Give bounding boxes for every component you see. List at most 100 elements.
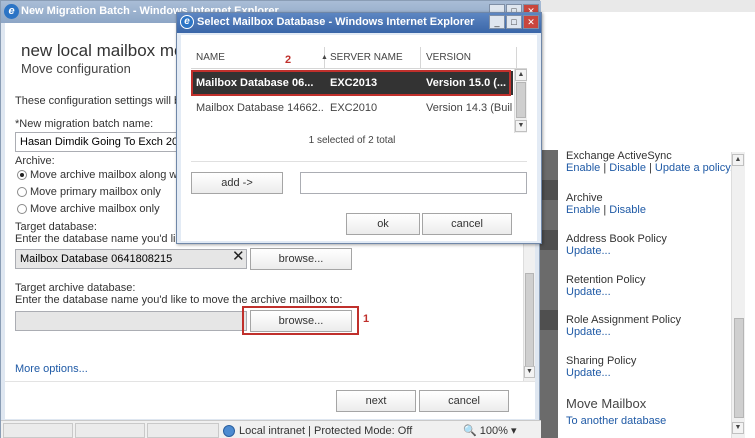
- archive-label: Archive:: [15, 155, 55, 167]
- version-cell: Version 14.3 (Buil...: [426, 102, 513, 114]
- radio-button[interactable]: [17, 204, 27, 214]
- scrollbar-thumb[interactable]: [516, 82, 526, 118]
- zoom-control[interactable]: 🔍 100% ▾: [463, 424, 517, 437]
- annotation-number-2: 2: [285, 54, 292, 66]
- dialog-footer: next cancel: [5, 381, 535, 419]
- security-zone[interactable]: Local intranet | Protected Mode: Off: [223, 423, 412, 438]
- globe-icon: [223, 424, 235, 437]
- cancel-button[interactable]: cancel: [419, 390, 509, 412]
- column-header-server[interactable]: SERVER NAME: [325, 47, 421, 69]
- section-retention-policy: Retention Policy Update...: [566, 274, 731, 298]
- archive-option-archive-only[interactable]: Move archive mailbox only: [17, 203, 160, 215]
- batch-name-input[interactable]: Hasan Dimdik Going To Exch 2013: [15, 132, 185, 152]
- page-title: new local mailbox move: [21, 41, 202, 60]
- table-scrollbar[interactable]: ▲ ▼: [514, 69, 527, 133]
- section-title: Role Assignment Policy: [566, 314, 681, 326]
- zoom-icon: 🔍: [463, 425, 477, 437]
- scrollbar-thumb[interactable]: [525, 273, 534, 369]
- update-retention-link[interactable]: Update...: [566, 286, 611, 298]
- section-title: Address Book Policy: [566, 233, 667, 245]
- section-move-mailbox: Move Mailbox To another database: [566, 396, 731, 427]
- radio-label: Move archive mailbox along with: [30, 169, 189, 181]
- update-policy-link[interactable]: Update a policy...: [655, 162, 739, 174]
- security-zone-text: Local intranet | Protected Mode: Off: [239, 424, 413, 437]
- section-title: Sharing Policy: [566, 355, 637, 367]
- target-database-label: Target database:: [15, 221, 97, 233]
- scrollbar-thumb[interactable]: [734, 318, 744, 418]
- section-title: Move Mailbox: [566, 396, 647, 411]
- table-row[interactable]: Mailbox Database 14662... EXC2010 Versio…: [191, 96, 513, 120]
- enable-archive-link[interactable]: Enable: [566, 204, 600, 216]
- scroll-up-icon[interactable]: ▲: [515, 69, 527, 81]
- dialog-titlebar: e Select Mailbox Database - Windows Inte…: [177, 13, 541, 33]
- section-title: Retention Policy: [566, 274, 646, 286]
- section-sharing-policy: Sharing Policy Update...: [566, 355, 731, 379]
- disable-archive-link[interactable]: Disable: [609, 204, 646, 216]
- ie-logo-icon: e: [180, 15, 194, 29]
- annotation-highlight-1: [242, 306, 359, 335]
- details-pane-header: [540, 0, 755, 12]
- ie-statusbar: Local intranet | Protected Mode: Off 🔍 1…: [1, 420, 541, 438]
- radio-button[interactable]: [17, 170, 27, 180]
- minimize-icon[interactable]: _: [489, 15, 505, 29]
- update-address-book-link[interactable]: Update...: [566, 245, 611, 257]
- chevron-down-icon[interactable]: ▾: [511, 425, 517, 437]
- clear-icon[interactable]: ✕: [232, 249, 246, 265]
- scroll-down-icon[interactable]: ▼: [515, 120, 527, 132]
- dialog-cancel-button[interactable]: cancel: [422, 213, 512, 235]
- close-icon[interactable]: ✕: [523, 15, 539, 29]
- archive-option-primary-only[interactable]: Move primary mailbox only: [17, 186, 161, 198]
- update-role-assignment-link[interactable]: Update...: [566, 326, 611, 338]
- target-archive-hint: Enter the database name you'd like to mo…: [15, 294, 343, 306]
- target-database-input[interactable]: Mailbox Database 0641808215: [15, 249, 247, 269]
- more-options-link[interactable]: More options...: [15, 363, 88, 375]
- table-header: NAME ▲ SERVER NAME VERSION: [191, 47, 527, 69]
- details-pane-scrollbar[interactable]: ▲ ▼: [731, 152, 745, 438]
- add-button[interactable]: add ->: [191, 172, 283, 194]
- zoom-level: 100%: [479, 425, 508, 437]
- scroll-down-icon[interactable]: ▼: [524, 366, 535, 378]
- divider-tab: [540, 310, 558, 330]
- ie-logo-icon: e: [4, 4, 19, 19]
- section-archive: Archive Enable | Disable: [566, 192, 731, 216]
- section-title: Archive: [566, 192, 603, 204]
- page-subtitle: Move configuration: [21, 61, 131, 76]
- selection-count: 1 selected of 2 total: [308, 135, 396, 146]
- archive-option-both[interactable]: Move archive mailbox along with: [17, 169, 189, 181]
- details-pane-divider: [540, 150, 558, 438]
- statusbar-cell: [3, 423, 73, 438]
- dialog-title: Select Mailbox Database - Windows Intern…: [197, 16, 475, 28]
- divider-tab: [540, 180, 558, 200]
- move-to-another-database-link[interactable]: To another database: [566, 415, 666, 427]
- statusbar-cell: [75, 423, 145, 438]
- dialog-window-controls: _ □ ✕: [488, 15, 539, 29]
- scroll-up-icon[interactable]: ▲: [732, 154, 744, 166]
- column-header-version[interactable]: VERSION: [421, 47, 517, 69]
- scroll-down-icon[interactable]: ▼: [732, 422, 744, 434]
- next-button[interactable]: next: [336, 390, 416, 412]
- browse-target-database-button[interactable]: browse...: [250, 248, 352, 270]
- selected-databases-field[interactable]: [300, 172, 527, 194]
- column-header-name[interactable]: NAME: [191, 47, 325, 69]
- radio-label: Move archive mailbox only: [30, 203, 160, 215]
- update-sharing-link[interactable]: Update...: [566, 367, 611, 379]
- radio-button[interactable]: [17, 187, 27, 197]
- enable-activesync-link[interactable]: Enable: [566, 162, 600, 174]
- target-archive-input[interactable]: [15, 311, 247, 331]
- section-activesync: Exchange ActiveSync Enable | Disable | U…: [566, 150, 739, 174]
- select-database-dialog: e Select Mailbox Database - Windows Inte…: [176, 12, 542, 244]
- link-separator: |: [600, 162, 610, 174]
- batch-name-label: *New migration batch name:: [15, 118, 154, 130]
- divider: [191, 161, 527, 162]
- section-address-book-policy: Address Book Policy Update...: [566, 233, 731, 257]
- annotation-highlight-2: [191, 70, 511, 96]
- section-title: Exchange ActiveSync: [566, 150, 672, 162]
- disable-activesync-link[interactable]: Disable: [609, 162, 646, 174]
- radio-label: Move primary mailbox only: [30, 186, 161, 198]
- link-separator: |: [645, 162, 655, 174]
- server-name-cell: EXC2010: [330, 102, 378, 114]
- maximize-icon[interactable]: □: [506, 15, 522, 29]
- database-name-cell: Mailbox Database 14662...: [196, 102, 323, 114]
- annotation-number-1: 1: [363, 313, 370, 325]
- ok-button[interactable]: ok: [346, 213, 420, 235]
